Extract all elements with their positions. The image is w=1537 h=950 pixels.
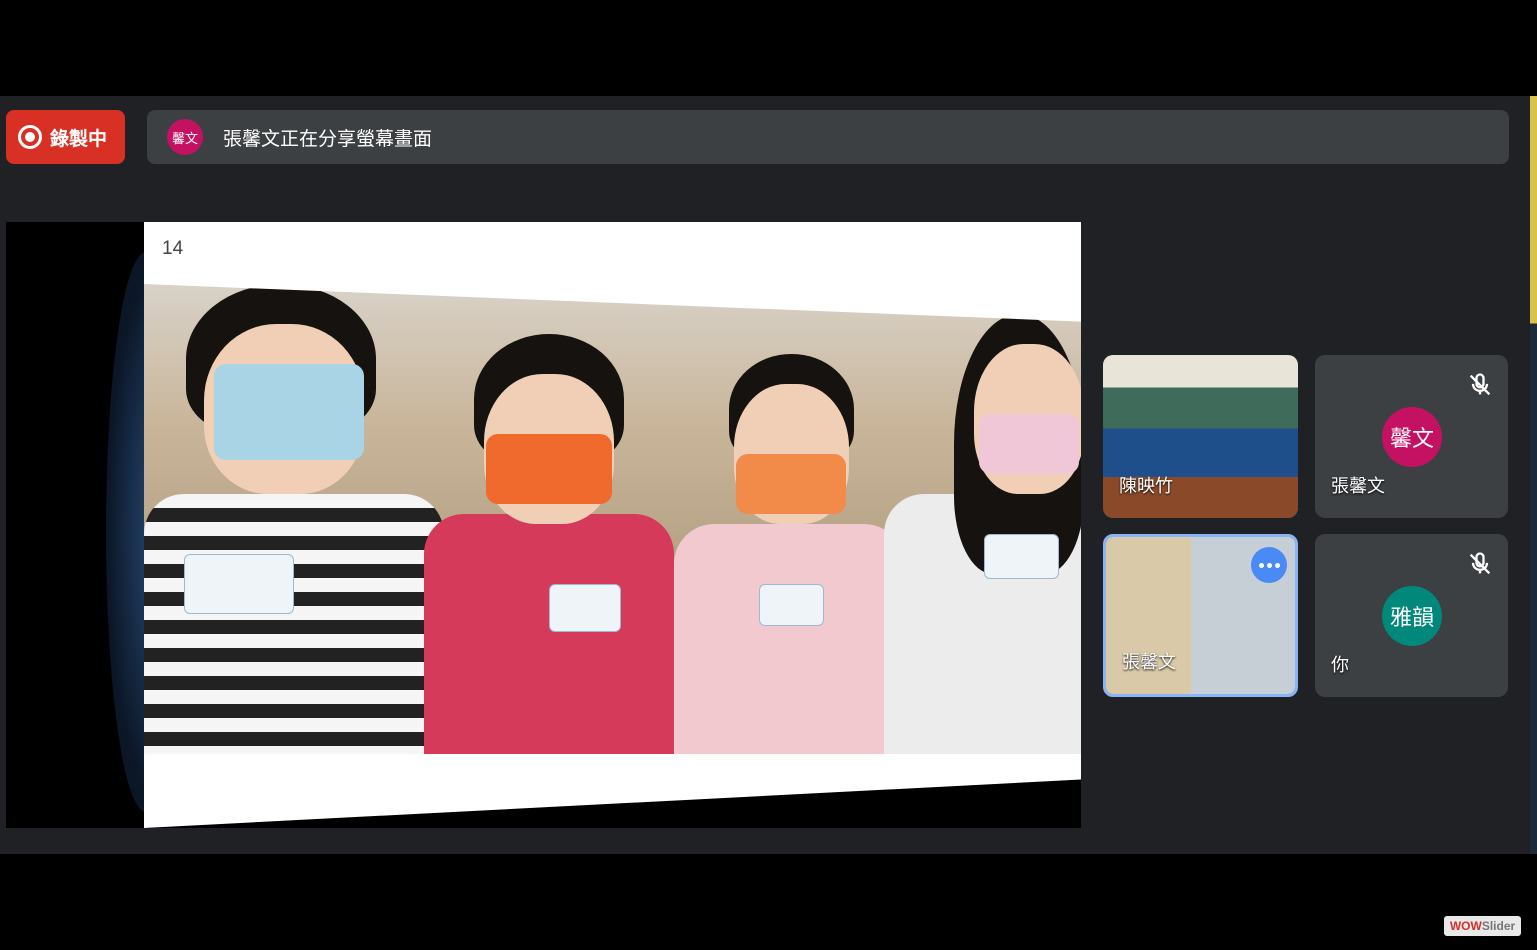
participant-tile[interactable]: 陳映竹: [1103, 355, 1298, 518]
more-options-button[interactable]: [1251, 547, 1287, 583]
watermark-logo: WOW Slider: [1444, 916, 1521, 936]
slide-photo: [144, 284, 1081, 754]
student-figure: [144, 284, 444, 754]
participant-tile-active[interactable]: 張馨文: [1103, 534, 1298, 697]
recording-label: 錄製中: [50, 128, 108, 150]
slide-number: 14: [162, 238, 184, 259]
dot-icon: [1258, 562, 1264, 568]
record-icon: [18, 125, 42, 149]
student-figure: [674, 354, 904, 754]
screen-share-message: 張馨文正在分享螢幕畫面: [223, 128, 433, 150]
background-window-edge: [1530, 96, 1537, 854]
student-figure: [424, 334, 674, 754]
mic-off-icon: [1469, 552, 1491, 575]
student-figure: [884, 314, 1081, 754]
recording-indicator[interactable]: 錄製中: [6, 110, 125, 164]
participant-avatar: 雅韻: [1382, 586, 1442, 646]
dot-icon: [1266, 562, 1272, 568]
participant-tile-self[interactable]: 雅韻 你: [1315, 534, 1508, 697]
dot-icon: [1274, 562, 1280, 568]
participant-name: 你: [1331, 655, 1349, 675]
watermark-suffix: Slider: [1481, 919, 1516, 933]
screen-share-banner: 馨文 張馨文正在分享螢幕畫面: [147, 110, 1509, 164]
shared-slide: 14: [144, 222, 1081, 828]
presentation-stage[interactable]: 14: [6, 222, 1081, 828]
participant-name: 張馨文: [1331, 476, 1385, 496]
participant-avatar: 馨文: [1382, 407, 1442, 467]
meet-window: 錄製中 馨文 張馨文正在分享螢幕畫面 14 陳映竹 馨文 張馨文 張馨文 雅韻 …: [0, 96, 1530, 854]
participant-name: 張馨文: [1122, 652, 1176, 672]
participant-tile[interactable]: 馨文 張馨文: [1315, 355, 1508, 518]
presenter-avatar: 馨文: [167, 119, 203, 155]
participant-name: 陳映竹: [1119, 476, 1173, 496]
mic-off-icon: [1469, 373, 1491, 396]
watermark-brand: WOW: [1449, 919, 1482, 933]
